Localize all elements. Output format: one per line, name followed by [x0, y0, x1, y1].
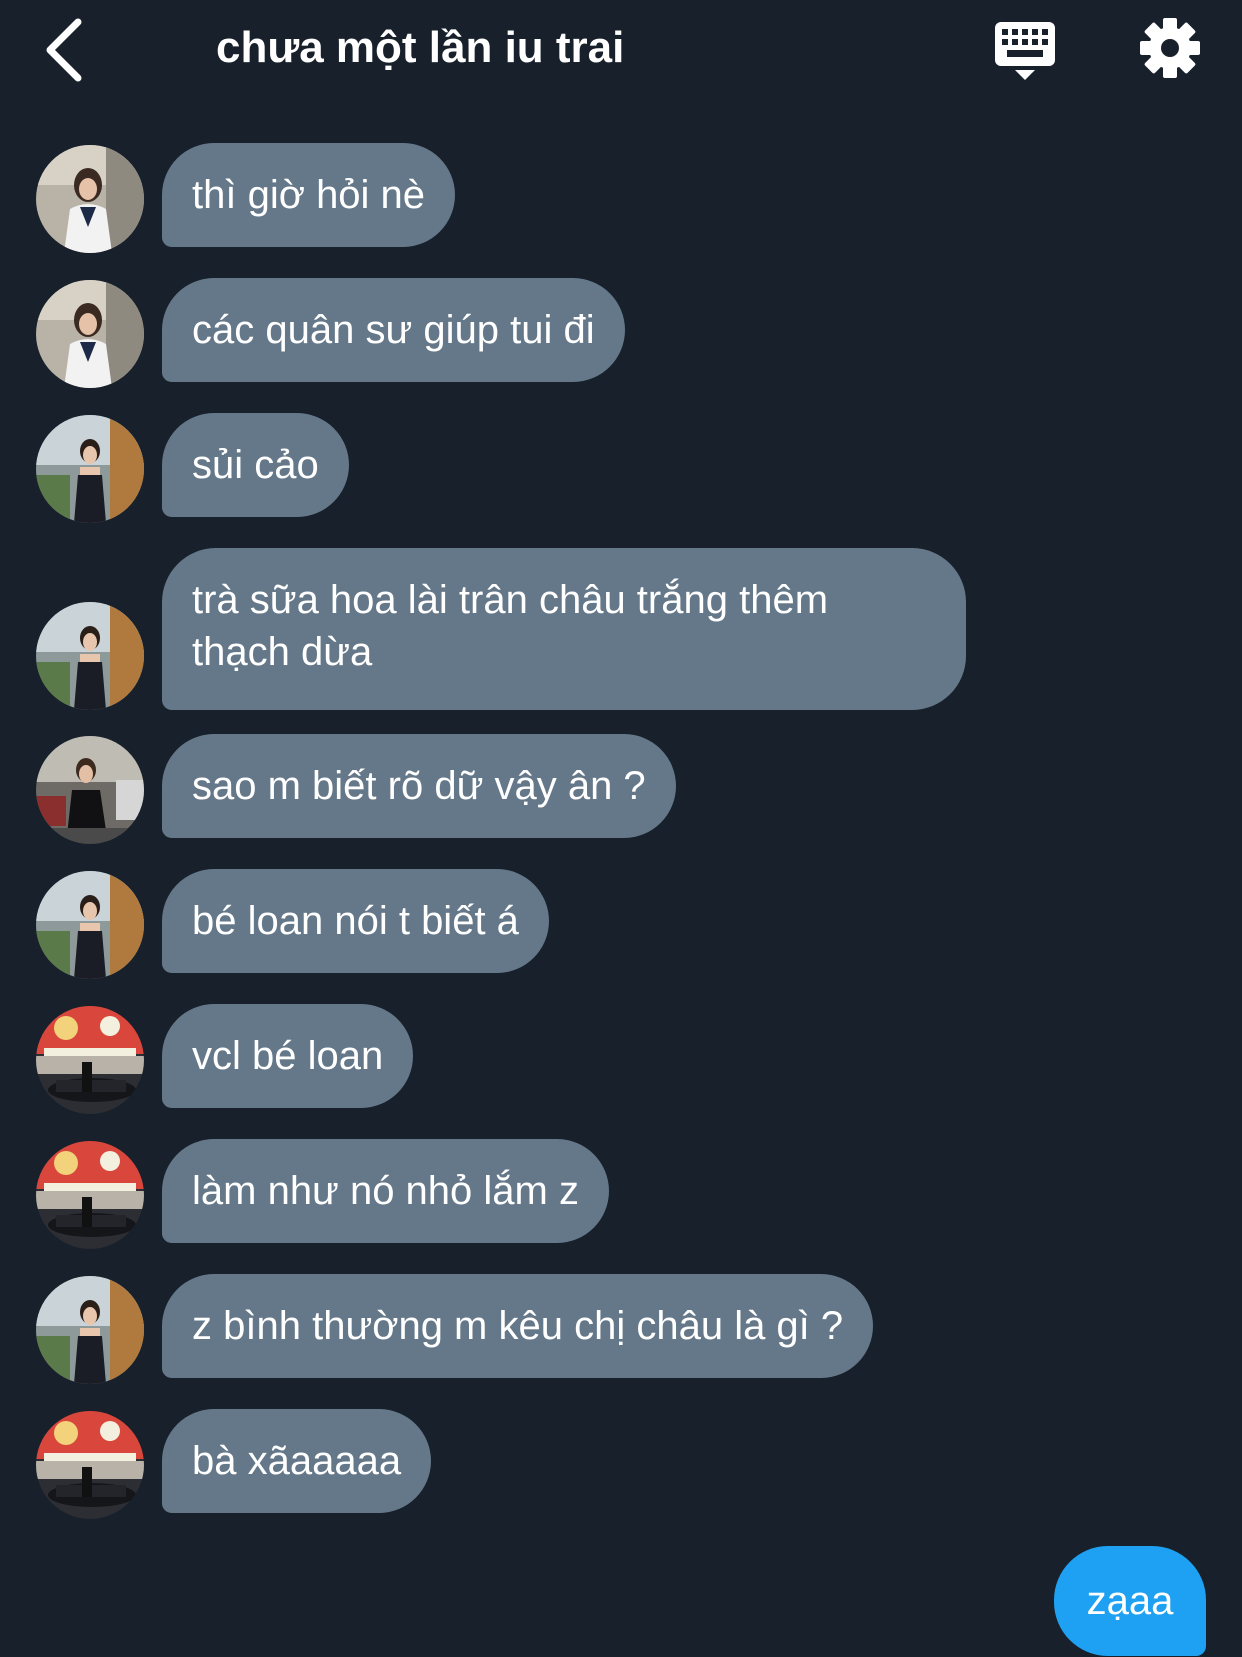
message-row: các quân sư giúp tui đi — [0, 278, 1242, 390]
message-bubble[interactable]: thì giờ hỏi nè — [162, 143, 456, 247]
message-bubble[interactable]: sủi cảo — [162, 413, 349, 517]
avatar[interactable] — [36, 1411, 144, 1519]
message-row: vcl bé loan — [0, 1004, 1242, 1116]
message-bubble[interactable]: bé loan nói t biết á — [162, 869, 549, 973]
avatar[interactable] — [36, 871, 144, 979]
message-bubble[interactable]: các quân sư giúp tui đi — [162, 278, 625, 382]
message-row: sao m biết rõ dữ vậy ân ? — [0, 734, 1242, 846]
gear-icon — [1140, 18, 1200, 78]
conversation-title: chưa một lần iu trai — [216, 23, 625, 72]
avatar[interactable] — [36, 415, 144, 523]
keyboard-icon — [995, 22, 1055, 80]
message-bubble[interactable]: làm như nó nhỏ lắm z — [162, 1139, 609, 1243]
message-row: sủi cảo — [0, 413, 1242, 525]
avatar[interactable] — [36, 736, 144, 844]
message-row: z bình thường m kêu chị châu là gì ? — [0, 1274, 1242, 1386]
chevron-left-icon — [46, 18, 82, 82]
message-row: thì giờ hỏi nè — [0, 143, 1242, 255]
message-row: bé loan nói t biết á — [0, 869, 1242, 981]
avatar[interactable] — [36, 602, 144, 710]
chat-header: chưa một lần iu trai — [0, 0, 1242, 110]
settings-button[interactable] — [1138, 16, 1202, 80]
message-row: trà sữa hoa lài trân châu trắng thêm thạ… — [0, 548, 1242, 710]
message-row: làm như nó nhỏ lắm z — [0, 1139, 1242, 1251]
avatar[interactable] — [36, 1006, 144, 1114]
outgoing-message-bubble[interactable]: zạaa — [1054, 1546, 1206, 1656]
message-row: bà xãaaaaa — [0, 1409, 1242, 1521]
back-button[interactable] — [40, 16, 100, 86]
message-bubble[interactable]: bà xãaaaaa — [162, 1409, 432, 1513]
avatar[interactable] — [36, 1141, 144, 1249]
avatar[interactable] — [36, 145, 144, 253]
message-bubble[interactable]: z bình thường m kêu chị châu là gì ? — [162, 1274, 874, 1378]
avatar[interactable] — [36, 280, 144, 388]
avatar[interactable] — [36, 1276, 144, 1384]
message-bubble[interactable]: sao m biết rõ dữ vậy ân ? — [162, 734, 676, 838]
message-bubble[interactable]: vcl bé loan — [162, 1004, 414, 1108]
keyboard-toggle-button[interactable] — [993, 20, 1057, 82]
message-bubble[interactable]: trà sữa hoa lài trân châu trắng thêm thạ… — [162, 548, 966, 710]
